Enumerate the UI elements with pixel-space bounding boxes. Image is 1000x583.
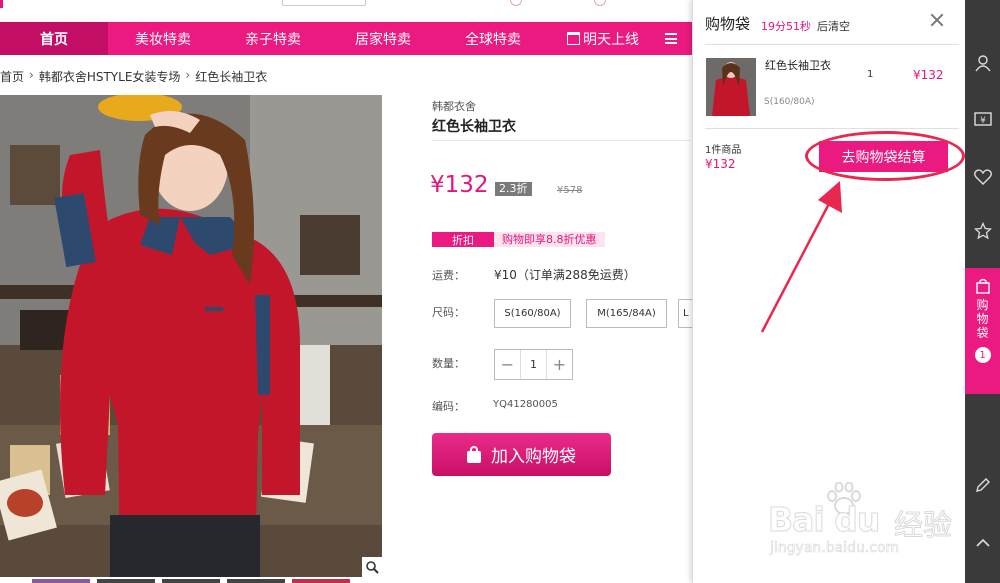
user-icon[interactable] — [965, 48, 1000, 78]
divider — [432, 140, 690, 141]
search-zoom-icon — [366, 561, 379, 574]
cart-clear-text: 后清空 — [817, 20, 850, 33]
qty-minus-button[interactable]: − — [495, 350, 520, 379]
thumbnail[interactable] — [32, 579, 90, 583]
cart-item-photo — [706, 58, 756, 116]
chevron-right-icon: › — [185, 68, 191, 82]
cart-total: ¥132 — [705, 157, 736, 171]
chevron-right-icon: › — [29, 68, 34, 82]
cart-item-count: 1件商品 — [705, 145, 742, 156]
right-toolbar: ¥ 购物袋 1 — [965, 0, 1000, 583]
qty-label: 数量： — [432, 357, 465, 370]
cart-count-badge: 1 — [974, 347, 991, 363]
svg-text:¥: ¥ — [980, 116, 986, 126]
nav-item-label: 首页 — [40, 31, 68, 48]
page-root: 首页 美妆特卖 亲子特卖 居家特卖 全球特卖 明天上线 首页 › 韩都衣舍HST… — [0, 0, 1000, 583]
nav-item-label: 亲子特卖 — [245, 31, 301, 48]
watermark-url: jingyan.baidu.com — [770, 540, 900, 557]
size-option-s[interactable]: S(160/80A) — [494, 299, 571, 328]
breadcrumb-brand[interactable]: 韩都衣舍HSTYLE女装专场 — [39, 68, 181, 85]
main-nav: 首页 美妆特卖 亲子特卖 居家特卖 全球特卖 明天上线 — [0, 22, 692, 55]
cart-item-qty: 1 — [867, 69, 874, 80]
quantity-stepper: − 1 + — [494, 349, 573, 380]
back-to-top-icon[interactable] — [965, 528, 1000, 558]
breadcrumb-product: 红色长袖卫衣 — [195, 70, 268, 84]
thumbnail[interactable] — [292, 579, 350, 583]
size-option-l[interactable]: L — [678, 299, 692, 328]
star-icon[interactable] — [965, 216, 1000, 246]
watermark-cn: 经验 — [893, 508, 953, 543]
size-label: 尺码： — [432, 306, 465, 319]
nav-item-home[interactable]: 首页 — [0, 22, 108, 55]
nav-item-label: 明天上线 — [583, 31, 639, 48]
divider — [705, 44, 959, 45]
shipping-value: ¥10（订单满288免运费） — [494, 268, 636, 282]
thumbnail[interactable] — [97, 579, 155, 583]
nav-item-label: 美妆特卖 — [135, 31, 191, 48]
nav-item-label: 全球特卖 — [465, 31, 521, 48]
qty-plus-button[interactable]: + — [547, 350, 572, 379]
breadcrumb-home[interactable]: 首页 — [0, 68, 24, 85]
nav-item-beauty[interactable]: 美妆特卖 — [108, 22, 218, 55]
list-icon — [665, 33, 677, 44]
qty-input[interactable]: 1 — [520, 350, 547, 379]
edit-icon[interactable] — [965, 470, 1000, 500]
thumbnail[interactable] — [227, 579, 285, 583]
coupon-icon[interactable]: ¥ — [965, 104, 1000, 134]
sidebar-cart-button[interactable]: 购物袋 1 — [965, 268, 1000, 394]
cart-item-name[interactable]: 红色长袖卫衣 — [765, 57, 831, 73]
product-price: ¥132 — [430, 172, 489, 198]
cart-title: 购物袋 — [705, 15, 751, 33]
close-icon[interactable] — [929, 12, 945, 28]
product-photo — [0, 95, 382, 577]
logo-fragment — [0, 0, 3, 8]
nav-item-kids[interactable]: 亲子特卖 — [218, 22, 328, 55]
watermark-brand: Bai du — [767, 500, 880, 540]
nav-item-label: 居家特卖 — [355, 31, 411, 48]
cart-item-size: S(160/80A) — [764, 97, 815, 107]
shopping-bag-icon — [975, 278, 990, 294]
heart-icon[interactable] — [965, 162, 1000, 192]
nav-item-global[interactable]: 全球特卖 — [438, 22, 548, 55]
product-image[interactable] — [0, 95, 382, 577]
add-to-cart-label: 加入购物袋 — [491, 447, 576, 467]
product-brand[interactable]: 韩都衣舍 — [432, 98, 476, 114]
promo-tag: 折扣 — [432, 232, 494, 247]
calendar-icon — [567, 32, 580, 45]
zoom-button[interactable] — [362, 557, 382, 577]
divider — [705, 128, 959, 129]
sidebar-cart-label: 购物袋 — [976, 298, 989, 340]
discount-badge: 2.3折 — [495, 182, 532, 196]
thumbnail-strip — [32, 579, 350, 583]
cart-item-image[interactable] — [706, 58, 756, 116]
shipping-label: 运费： — [432, 269, 465, 282]
annotation-ellipse — [805, 131, 965, 181]
product-code: YQ41280005 — [493, 399, 558, 410]
baidu-watermark: Bai du 经验 jingyan.baidu.com — [762, 482, 962, 572]
code-label: 编码： — [432, 400, 465, 413]
nav-item-tomorrow[interactable]: 明天上线 — [548, 22, 658, 55]
promo-text: 购物即享8.8折优惠 — [494, 232, 605, 247]
cart-timer: 19分51秒 — [761, 20, 811, 33]
top-decoration-icon — [510, 0, 522, 6]
add-to-cart-button[interactable]: 加入购物袋 — [432, 433, 611, 476]
nav-item-home-goods[interactable]: 居家特卖 — [328, 22, 438, 55]
nav-more[interactable] — [658, 22, 684, 55]
cart-item-price: ¥132 — [913, 68, 944, 82]
original-price: ¥578 — [557, 185, 583, 196]
breadcrumb: 首页 › 韩都衣舍HSTYLE女装专场 › 红色长袖卫衣 — [0, 68, 267, 85]
top-decoration-icon — [594, 0, 606, 6]
thumbnail[interactable] — [162, 579, 220, 583]
shopping-bag-icon — [467, 446, 481, 463]
top-search-box[interactable] — [282, 0, 366, 6]
size-option-m[interactable]: M(165/84A) — [586, 299, 667, 328]
product-title: 红色长袖卫衣 — [432, 119, 516, 135]
